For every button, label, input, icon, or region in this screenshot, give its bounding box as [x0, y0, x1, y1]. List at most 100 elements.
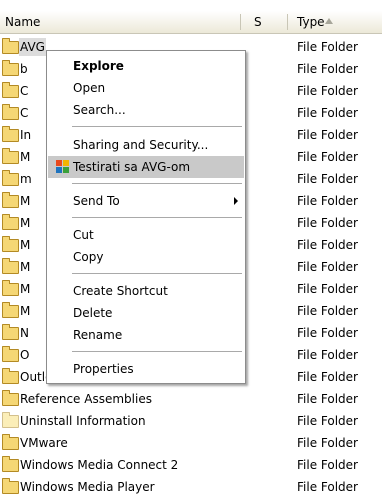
folder-icon	[2, 280, 19, 296]
file-type: File Folder	[297, 348, 358, 362]
file-name: M	[20, 282, 31, 296]
file-name: Windows Media Player	[20, 480, 155, 494]
menu-item-label: Open	[73, 81, 106, 95]
file-name: C	[20, 106, 29, 120]
file-type: File Folder	[297, 392, 358, 406]
column-type-header[interactable]: Type	[297, 11, 325, 33]
menu-item-properties[interactable]: Properties	[48, 358, 244, 380]
file-type: File Folder	[297, 194, 358, 208]
menu-item-label: Cut	[73, 228, 94, 242]
table-row[interactable]: VMware File Folder	[0, 433, 382, 455]
file-name: AVG	[19, 38, 46, 56]
column-size-header[interactable]: S	[254, 11, 262, 33]
file-type: File Folder	[297, 260, 358, 274]
avg-icon	[56, 160, 70, 174]
file-name: Uninstall Information	[20, 414, 146, 428]
file-name: M	[20, 238, 31, 252]
folder-icon	[2, 434, 19, 450]
menu-item-send-to[interactable]: Send To	[48, 190, 244, 212]
folder-icon	[2, 148, 19, 164]
context-menu: Explore Open Search... Sharing and Secur…	[46, 50, 246, 384]
menu-item-avg-scan[interactable]: Testirati sa AVG-om	[48, 156, 244, 178]
menu-separator	[72, 273, 242, 274]
table-row[interactable]: Windows Media Player File Folder	[0, 477, 382, 499]
file-name: O	[20, 348, 30, 362]
folder-icon	[2, 192, 19, 208]
file-type: File Folder	[297, 414, 358, 428]
file-type: File Folder	[297, 172, 358, 186]
menu-item-label: Testirati sa AVG-om	[73, 160, 191, 174]
folder-icon	[2, 346, 19, 362]
file-name: b	[20, 62, 28, 76]
menu-item-label: Send To	[73, 194, 120, 208]
menu-item-label: Rename	[73, 328, 123, 342]
column-header: Name S Type	[0, 11, 382, 34]
menu-item-delete[interactable]: Delete	[48, 302, 244, 324]
file-type: File Folder	[297, 304, 358, 318]
folder-icon	[2, 456, 19, 472]
file-name: VMware	[20, 436, 68, 450]
menu-item-cut[interactable]: Cut	[48, 224, 244, 246]
file-name: M	[20, 260, 31, 274]
column-divider[interactable]	[240, 14, 241, 30]
table-row[interactable]: Reference Assemblies File Folder	[0, 389, 382, 411]
menu-item-rename[interactable]: Rename	[48, 324, 244, 346]
folder-icon	[2, 236, 19, 252]
file-type: File Folder	[297, 62, 358, 76]
menu-item-label: Copy	[73, 250, 104, 264]
menu-item-label: Explore	[73, 59, 124, 73]
folder-icon	[2, 368, 19, 384]
folder-icon	[2, 258, 19, 274]
file-type: File Folder	[297, 282, 358, 296]
file-type: File Folder	[297, 128, 358, 142]
menu-item-open[interactable]: Open	[48, 77, 244, 99]
table-row[interactable]: Windows Media Connect 2 File Folder	[0, 455, 382, 477]
file-name: m	[20, 172, 32, 186]
menu-item-label: Delete	[73, 306, 113, 320]
folder-icon	[2, 412, 19, 428]
file-name: Reference Assemblies	[20, 392, 152, 406]
file-name: Windows Media Connect 2	[20, 458, 179, 472]
column-divider[interactable]	[287, 14, 288, 30]
menu-item-explore[interactable]: Explore	[48, 55, 244, 77]
file-name: C	[20, 84, 29, 98]
file-type: File Folder	[297, 150, 358, 164]
menu-separator	[72, 183, 242, 184]
folder-icon	[2, 214, 19, 230]
menu-separator	[72, 217, 242, 218]
folder-icon	[2, 302, 19, 318]
folder-icon	[2, 38, 19, 54]
folder-icon	[2, 82, 19, 98]
menu-item-create-shortcut[interactable]: Create Shortcut	[48, 280, 244, 302]
file-type: File Folder	[297, 370, 358, 384]
sort-ascending-icon	[325, 18, 333, 24]
table-row[interactable]: Uninstall Information File Folder	[0, 411, 382, 433]
file-name: In	[20, 128, 32, 142]
file-type: File Folder	[297, 40, 358, 54]
menu-item-label: Create Shortcut	[73, 284, 168, 298]
folder-icon	[2, 390, 19, 406]
file-type: File Folder	[297, 238, 358, 252]
file-type: File Folder	[297, 458, 358, 472]
menu-item-label: Properties	[73, 362, 134, 376]
file-type: File Folder	[297, 480, 358, 494]
file-name: M	[20, 150, 31, 164]
file-type: File Folder	[297, 436, 358, 450]
file-name: M	[20, 304, 31, 318]
menu-item-sharing-security[interactable]: Sharing and Security...	[48, 134, 244, 156]
file-name: N	[20, 326, 29, 340]
folder-icon	[2, 104, 19, 120]
file-name: M	[20, 194, 31, 208]
menu-item-copy[interactable]: Copy	[48, 246, 244, 268]
menu-item-label: Sharing and Security...	[73, 138, 209, 152]
menu-separator	[72, 351, 242, 352]
folder-icon	[2, 478, 19, 494]
submenu-arrow-icon	[234, 197, 238, 205]
file-type: File Folder	[297, 326, 358, 340]
menu-separator	[72, 126, 242, 127]
folder-icon	[2, 126, 19, 142]
folder-icon	[2, 60, 19, 76]
menu-item-search[interactable]: Search...	[48, 99, 244, 121]
file-type: File Folder	[297, 106, 358, 120]
column-name-header[interactable]: Name	[5, 11, 40, 33]
